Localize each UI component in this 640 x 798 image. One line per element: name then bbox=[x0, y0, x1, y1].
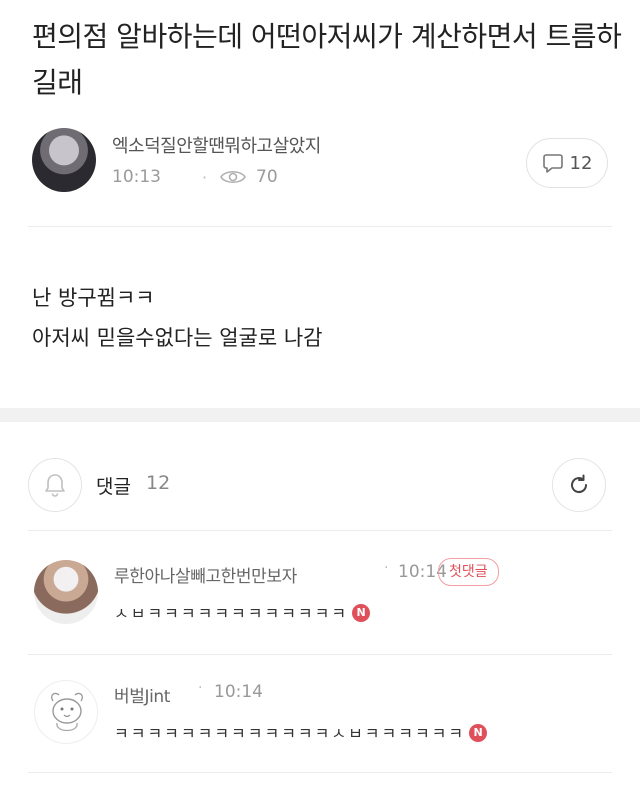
post-body: 난 방구뀜ㅋㅋ 아저씨 믿을수없다는 얼굴로 나감 bbox=[32, 278, 323, 358]
comment-text-content: ㅋㅋㅋㅋㅋㅋㅋㅋㅋㅋㅋㅋㅋㅅㅂㅋㅋㅋㅋㅋㅋ bbox=[114, 724, 466, 743]
post-title: 편의점 알바하는데 어떤아저씨가 계산하면서 트름하길래 bbox=[32, 20, 622, 99]
commenter-avatar[interactable] bbox=[34, 680, 98, 744]
comments-count: 12 bbox=[146, 472, 171, 494]
view-count: 70 bbox=[256, 167, 278, 187]
post-time: 10:13 bbox=[112, 167, 161, 187]
comments-label: 댓글 bbox=[96, 476, 131, 498]
comment-separator: · bbox=[384, 560, 389, 576]
comment-time: 10:14 bbox=[214, 682, 263, 702]
comment-text: ㅅㅂㅋㅋㅋㅋㅋㅋㅋㅋㅋㅋㅋㅋ N bbox=[114, 600, 371, 624]
divider bbox=[28, 772, 612, 773]
comment-count-button[interactable]: 12 bbox=[526, 138, 608, 188]
section-divider bbox=[0, 408, 640, 422]
bell-icon bbox=[45, 474, 65, 497]
refresh-icon bbox=[571, 474, 588, 494]
commenter-avatar[interactable] bbox=[34, 560, 98, 624]
view-eye-icon bbox=[220, 170, 246, 184]
author-avatar[interactable] bbox=[32, 128, 96, 192]
new-badge: N bbox=[469, 723, 488, 742]
comment-item: 루한아나살빼고한번만보자 · 10:14 첫댓글 ㅅㅂㅋㅋㅋㅋㅋㅋㅋㅋㅋㅋㅋㅋ N bbox=[28, 556, 612, 666]
author-name[interactable]: 엑소덕질안할땐뭐하고살았지 bbox=[112, 132, 321, 158]
new-badge: N bbox=[352, 603, 371, 622]
post-body-line: 난 방구뀜ㅋㅋ bbox=[32, 286, 155, 310]
post-body-line: 아저씨 믿을수없다는 얼굴로 나감 bbox=[32, 326, 323, 350]
comment-text: ㅋㅋㅋㅋㅋㅋㅋㅋㅋㅋㅋㅋㅋㅅㅂㅋㅋㅋㅋㅋㅋ N bbox=[114, 720, 488, 744]
notification-bell-button[interactable] bbox=[28, 458, 82, 512]
comment-separator: · bbox=[198, 680, 203, 696]
first-comment-badge: 첫댓글 bbox=[438, 558, 499, 586]
divider bbox=[28, 226, 612, 227]
dog-sketch-icon bbox=[50, 692, 84, 732]
divider bbox=[28, 530, 612, 531]
divider bbox=[28, 654, 612, 655]
comment-text-content: ㅅㅂㅋㅋㅋㅋㅋㅋㅋㅋㅋㅋㅋㅋ bbox=[114, 604, 349, 623]
refresh-button[interactable] bbox=[552, 458, 606, 512]
comments-header: 댓글 12 bbox=[28, 456, 612, 516]
commenter-name[interactable]: 버벌Jint bbox=[114, 682, 170, 707]
comment-item: 버벌Jint · 10:14 ㅋㅋㅋㅋㅋㅋㅋㅋㅋㅋㅋㅋㅋㅅㅂㅋㅋㅋㅋㅋㅋ N bbox=[28, 676, 612, 786]
post-meta: 엑소덕질안할땐뭐하고살았지 10:13 · 70 12 bbox=[28, 124, 628, 194]
commenter-name[interactable]: 루한아나살빼고한번만보자 bbox=[114, 562, 297, 587]
comment-count: 12 bbox=[569, 152, 593, 174]
comment-bubble-icon bbox=[542, 154, 563, 173]
meta-separator: · bbox=[202, 168, 208, 187]
